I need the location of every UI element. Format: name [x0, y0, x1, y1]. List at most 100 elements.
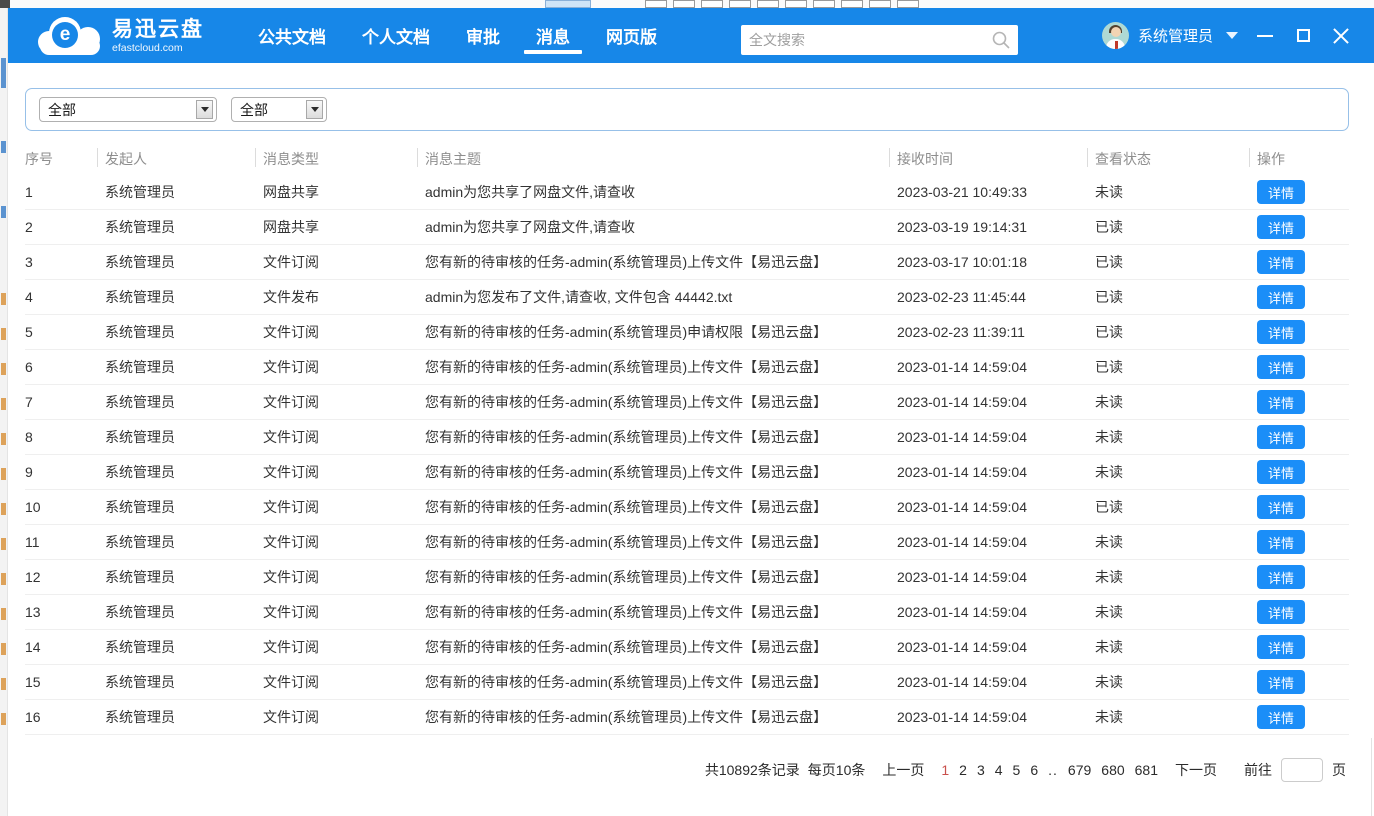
cell-subject: admin为您共享了网盘文件,请查收 [425, 182, 897, 202]
chevron-down-icon[interactable] [196, 100, 213, 119]
detail-button[interactable]: 详情 [1257, 530, 1305, 554]
page-number[interactable]: 1 [941, 762, 949, 778]
page-number[interactable]: 6 [1030, 762, 1038, 778]
cell-no: 11 [25, 534, 105, 550]
page-number[interactable]: 680 [1101, 762, 1124, 778]
prev-page-button[interactable]: 上一页 [882, 760, 924, 780]
background-window-artifact [1, 363, 6, 375]
read-status-select[interactable]: 全部 [231, 97, 327, 122]
cell-subject: 您有新的待审核的任务-admin(系统管理员)上传文件【易迅云盘】 [425, 672, 897, 692]
next-page-button[interactable]: 下一页 [1175, 760, 1217, 780]
cell-status: 未读 [1095, 567, 1257, 587]
table-row: 8系统管理员文件订阅您有新的待审核的任务-admin(系统管理员)上传文件【易迅… [25, 420, 1349, 455]
page-number[interactable]: 681 [1135, 762, 1158, 778]
nav-tab-5[interactable]: 网页版 [603, 8, 660, 63]
page-number[interactable]: 679 [1068, 762, 1091, 778]
detail-button[interactable]: 详情 [1257, 180, 1305, 204]
cell-no: 13 [25, 604, 105, 620]
app-title: 易迅云盘 [112, 18, 204, 42]
page-number[interactable]: 5 [1013, 762, 1021, 778]
background-window-artifact [1, 503, 6, 515]
user-menu[interactable]: 系统管理员 [1102, 8, 1238, 63]
minimize-icon[interactable] [1256, 27, 1274, 45]
cell-subject: admin为您发布了文件,请查收, 文件包含 44442.txt [425, 287, 897, 307]
cell-time: 2023-01-14 14:59:04 [897, 534, 1095, 550]
background-window-artifact [1, 398, 6, 410]
goto-label: 前往 [1244, 760, 1272, 780]
search-input[interactable] [741, 32, 991, 48]
cell-no: 7 [25, 394, 105, 410]
table-row: 7系统管理员文件订阅您有新的待审核的任务-admin(系统管理员)上传文件【易迅… [25, 385, 1349, 420]
cell-status: 已读 [1095, 497, 1257, 517]
detail-button[interactable]: 详情 [1257, 285, 1305, 309]
cell-status: 未读 [1095, 462, 1257, 482]
cell-type: 文件订阅 [263, 602, 425, 622]
detail-button[interactable]: 详情 [1257, 705, 1305, 729]
detail-button[interactable]: 详情 [1257, 250, 1305, 274]
maximize-icon[interactable] [1294, 27, 1312, 45]
cell-status: 未读 [1095, 392, 1257, 412]
nav-tab-4[interactable]: 消息 [533, 8, 573, 63]
page-number[interactable]: 4 [995, 762, 1003, 778]
cell-type: 网盘共享 [263, 217, 425, 237]
nav-tab-2[interactable]: 个人文档 [359, 8, 433, 63]
cell-subject: 您有新的待审核的任务-admin(系统管理员)上传文件【易迅云盘】 [425, 427, 897, 447]
background-window-artifact [1, 328, 6, 340]
detail-button[interactable]: 详情 [1257, 635, 1305, 659]
page-number[interactable]: 2 [959, 762, 967, 778]
detail-button[interactable]: 详情 [1257, 355, 1305, 379]
cell-time: 2023-01-14 14:59:04 [897, 604, 1095, 620]
background-window-artifact [1, 573, 6, 585]
page-number[interactable]: 3 [977, 762, 985, 778]
background-window-artifact [1, 538, 6, 550]
cell-subject: 您有新的待审核的任务-admin(系统管理员)申请权限【易迅云盘】 [425, 322, 897, 342]
background-window-artifact [673, 0, 695, 8]
column-header: 序号 [25, 149, 105, 169]
nav-tab-1[interactable]: 公共文档 [255, 8, 329, 63]
cell-action: 详情 [1257, 670, 1349, 694]
close-icon[interactable] [1332, 27, 1350, 45]
cell-time: 2023-03-19 19:14:31 [897, 219, 1095, 235]
cell-subject: 您有新的待审核的任务-admin(系统管理员)上传文件【易迅云盘】 [425, 462, 897, 482]
detail-button[interactable]: 详情 [1257, 460, 1305, 484]
column-header: 接收时间 [897, 149, 1095, 169]
detail-button[interactable]: 详情 [1257, 425, 1305, 449]
goto-page-input[interactable] [1281, 758, 1323, 782]
cell-type: 文件订阅 [263, 637, 425, 657]
cell-status: 已读 [1095, 322, 1257, 342]
cell-action: 详情 [1257, 530, 1349, 554]
cell-action: 详情 [1257, 320, 1349, 344]
detail-button[interactable]: 详情 [1257, 565, 1305, 589]
table-row: 16系统管理员文件订阅您有新的待审核的任务-admin(系统管理员)上传文件【易… [25, 700, 1349, 735]
message-type-select[interactable]: 全部 [39, 97, 217, 122]
background-window-artifact [1, 206, 6, 218]
cell-no: 5 [25, 324, 105, 340]
detail-button[interactable]: 详情 [1257, 495, 1305, 519]
chevron-down-icon[interactable] [306, 100, 323, 119]
detail-button[interactable]: 详情 [1257, 215, 1305, 239]
cell-action: 详情 [1257, 600, 1349, 624]
background-window-artifact [1, 678, 6, 690]
detail-button[interactable]: 详情 [1257, 670, 1305, 694]
cell-status: 未读 [1095, 427, 1257, 447]
table-row: 3系统管理员文件订阅您有新的待审核的任务-admin(系统管理员)上传文件【易迅… [25, 245, 1349, 280]
table-header: 序号发起人消息类型消息主题接收时间查看状态操作 [25, 143, 1349, 175]
cell-sender: 系统管理员 [105, 252, 263, 272]
search-icon[interactable] [991, 30, 1011, 50]
table-body: 1系统管理员网盘共享admin为您共享了网盘文件,请查收2023-03-21 1… [25, 175, 1349, 735]
cell-status: 未读 [1095, 672, 1257, 692]
cell-time: 2023-01-14 14:59:04 [897, 394, 1095, 410]
detail-button[interactable]: 详情 [1257, 320, 1305, 344]
table-row: 4系统管理员文件发布admin为您发布了文件,请查收, 文件包含 44442.t… [25, 280, 1349, 315]
cell-time: 2023-02-23 11:45:44 [897, 289, 1095, 305]
detail-button[interactable]: 详情 [1257, 600, 1305, 624]
avatar [1102, 22, 1129, 49]
chevron-down-icon[interactable] [1226, 32, 1238, 39]
detail-button[interactable]: 详情 [1257, 390, 1305, 414]
nav-tab-3[interactable]: 审批 [463, 8, 503, 63]
cell-time: 2023-01-14 14:59:04 [897, 499, 1095, 515]
cell-subject: 您有新的待审核的任务-admin(系统管理员)上传文件【易迅云盘】 [425, 637, 897, 657]
search-box [741, 25, 1018, 55]
cell-time: 2023-03-21 10:49:33 [897, 184, 1095, 200]
table-row: 6系统管理员文件订阅您有新的待审核的任务-admin(系统管理员)上传文件【易迅… [25, 350, 1349, 385]
